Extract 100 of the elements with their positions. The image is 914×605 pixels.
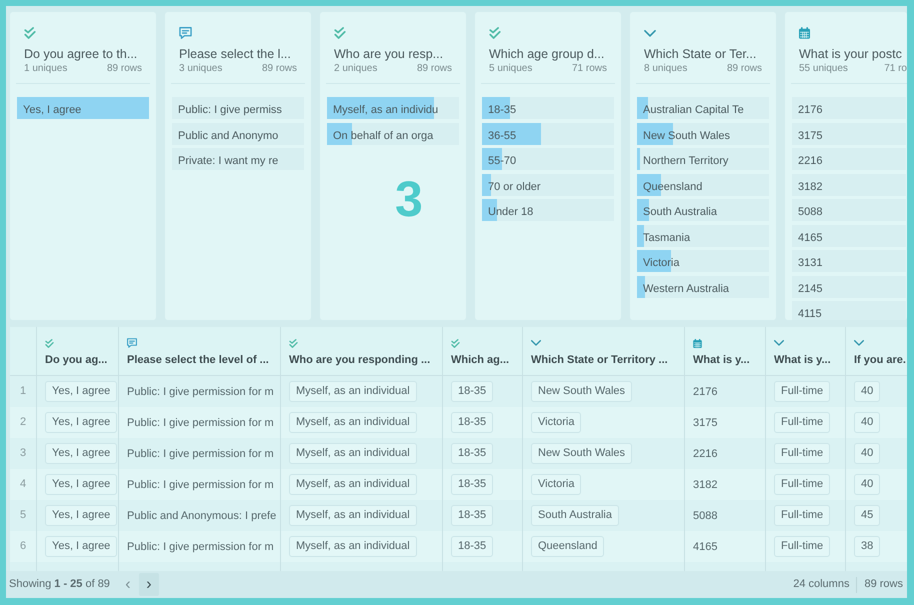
value-label: South Australia [642,205,717,220]
column-header[interactable]: What is y... [774,353,831,367]
answer-tag: 18-35 [451,474,494,495]
answer-tag: Myself, as an individual [289,381,417,402]
answer-tag: 40 [854,412,880,433]
answer-tag: Full-time [774,505,830,526]
column-header[interactable]: Who are you responding ... [289,353,430,367]
rows-count: 89 rows [726,63,762,75]
table-cell: Public: I give permission for m [127,384,274,398]
table-cell: Public: I give permission for m [127,446,274,460]
value-label: Private: I want my re [177,154,278,169]
answer-tag: Myself, as an individual [289,505,417,526]
value-label: Public: I give permiss [177,103,282,118]
answer-tag: Full-time [774,536,830,557]
answer-tag: 40 [854,443,880,464]
value-label: Western Australia [642,282,730,296]
uniques-count: 3 uniques [179,63,222,75]
uniques-count: 55 uniques [799,63,848,75]
answer-tag: Yes, I agree [45,443,118,464]
value-label: 4115 [797,307,822,320]
answer-tag: Full-time [774,412,830,433]
value-label: New South Wales [642,128,730,144]
answer-tag: Full-time [774,381,830,402]
value-label: On behalf of an orga [332,128,434,144]
value-label: Yes, I agree [22,103,82,118]
column-count: 24 columns [793,577,850,592]
answer-tag: Yes, I agree [45,381,118,402]
column-title: Which age group d... [489,46,606,62]
uniques-count: 1 uniques [24,63,68,75]
column-title: Which State or Ter... [644,46,758,62]
table-cell: Public: I give permission for m [127,416,274,430]
step-number: 3 [395,174,423,224]
answer-tag: Myself, as an individual [289,536,417,557]
answer-tag: Victoria [531,412,582,433]
double-check-icon [489,27,501,39]
column-header[interactable]: Please select the level of ... [127,353,269,367]
row-number: 1 [20,384,26,400]
answer-tag: 18-35 [451,412,494,433]
answer-tag: 18-35 [451,505,494,526]
answer-tag: 18-35 [451,381,494,402]
row-number: 3 [20,446,26,462]
answer-tag: Queensland [531,536,604,557]
answer-tag: Yes, I agree [45,412,118,433]
value-label: 5088 [797,205,822,220]
speech-bubble-icon [127,338,137,348]
value-label: 36-55 [487,128,516,144]
answer-tag: Full-time [774,443,830,464]
value-label: Myself, as an individu [332,103,438,118]
answer-tag: South Australia [531,505,619,526]
column-header[interactable]: Which ag... [451,353,510,367]
value-label: 4165 [797,230,822,246]
next-page-button[interactable]: › [138,573,159,596]
table-cell: 2176 [693,384,718,398]
row-number: 4 [20,477,26,492]
chevron-down-icon [531,340,541,346]
pagination-status: Showing 1 - 25 of 89 [9,577,110,592]
column-header[interactable]: Which State or Territory ... [531,353,668,367]
value-label: Queensland [642,180,702,194]
answer-tag: Myself, as an individual [289,412,417,433]
rows-count: 89 rows [416,63,452,75]
answer-tag: Yes, I agree [45,474,118,495]
table-cell: Public: I give permission for m [127,540,274,554]
chevron-down-icon [644,30,656,36]
rows-count: 89 rows [262,63,297,75]
value-label: 3182 [797,180,822,194]
double-check-icon [451,338,460,348]
value-label: 55-70 [487,154,516,169]
double-check-icon [45,338,54,348]
double-check-icon [289,338,298,348]
table-cell: 4165 [693,540,718,554]
double-check-icon [24,27,36,39]
chevron-down-icon [774,340,784,346]
row-number: 2 [20,415,26,430]
value-label: 2176 [797,103,822,118]
answer-tag: New South Wales [531,381,632,402]
uniques-count: 2 uniques [334,63,378,75]
table-cell: Public: I give permission for m [127,478,274,492]
column-header[interactable]: If you are. [854,353,906,367]
speech-bubble-icon [179,27,192,39]
table-cell: 2216 [693,446,718,460]
column-title: What is your postc [799,46,903,62]
column-title: Do you agree to th... [24,46,138,62]
column-header[interactable]: What is y... [693,353,750,367]
answer-tag: 18-35 [451,536,494,557]
rows-count: 89 rows [106,63,142,75]
answer-tag: Myself, as an individual [289,474,417,495]
uniques-count: 8 uniques [644,63,688,75]
row-count: 89 rows [864,577,903,592]
table-cell: Public and Anonymous: I prefe [127,508,276,522]
double-check-icon [334,27,346,39]
answer-tag: Myself, as an individual [289,443,417,464]
value-label: Tasmania [642,230,690,246]
table-cell: 3182 [693,478,718,492]
value-label: Australian Capital Te [642,103,744,118]
column-title: Who are you resp... [334,46,444,62]
value-label: 2145 [797,282,822,296]
answer-tag: New South Wales [531,443,632,464]
answer-tag: 18-35 [451,443,494,464]
answer-tag: 40 [854,381,880,402]
column-header[interactable]: Do you ag... [45,353,108,367]
